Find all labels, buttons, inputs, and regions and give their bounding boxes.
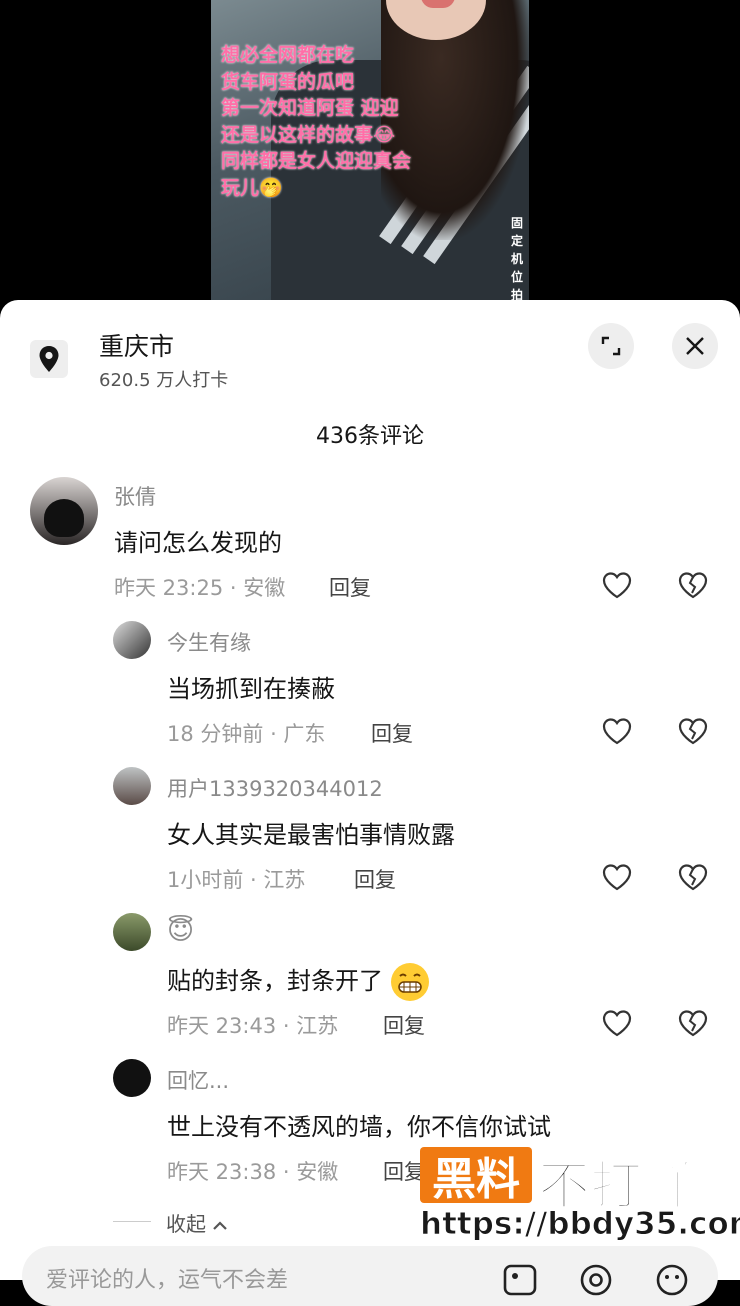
avatar[interactable] xyxy=(30,477,98,545)
collapse-button[interactable]: 收起 xyxy=(166,1208,228,1237)
broken-heart-icon[interactable] xyxy=(676,568,710,602)
comment-text: 请问怎么发现的 xyxy=(114,529,282,557)
caption-line: 第一次知道阿蛋 迎迎 xyxy=(221,97,399,119)
caption-line: 玩儿🤭 xyxy=(221,176,283,199)
avatar[interactable] xyxy=(113,913,151,951)
reply-button[interactable]: 回复 xyxy=(354,864,396,894)
comments-count: 436条评论 xyxy=(316,424,424,449)
broken-heart-icon[interactable] xyxy=(676,860,710,894)
close-button[interactable] xyxy=(672,323,718,369)
at-icon[interactable] xyxy=(578,1262,614,1298)
reply-button[interactable]: 回复 xyxy=(329,572,371,602)
comment-text: 贴的封条，封条开了 xyxy=(167,961,429,1001)
comment-meta: 昨天 23:25 · 安徽 xyxy=(114,576,286,600)
image-icon[interactable] xyxy=(502,1262,538,1298)
reply-button[interactable]: 回复 xyxy=(383,1010,425,1040)
avatar[interactable] xyxy=(113,1059,151,1097)
location-checkins: 620.5 万人打卡 xyxy=(99,370,229,391)
avatar[interactable] xyxy=(113,767,151,805)
comment-input-placeholder[interactable]: 爱评论的人，运气不会差 xyxy=(46,1262,288,1294)
grin-emoji-icon xyxy=(390,963,429,1001)
avatar-mask-shape xyxy=(44,499,84,537)
chevron-up-icon xyxy=(213,1221,228,1230)
collapse-divider xyxy=(113,1221,151,1222)
comment-meta: 昨天 23:38 · 安徽 xyxy=(167,1160,339,1184)
emoji-icon[interactable] xyxy=(654,1262,690,1298)
caption-line: 货车阿蛋的瓜吧 xyxy=(221,70,355,93)
broken-heart-icon[interactable] xyxy=(676,1006,710,1040)
comment-text: 当场抓到在揍蔽 xyxy=(167,675,335,703)
heart-icon[interactable] xyxy=(600,860,634,894)
heart-icon[interactable] xyxy=(600,714,634,748)
video-side-tag: 固定机位拍 xyxy=(510,216,523,302)
caption-line: 想必全网都在吃 xyxy=(221,44,355,66)
watermark-logo: 黑料 xyxy=(420,1147,532,1205)
comment-username[interactable]: 今生有缘 xyxy=(167,627,251,657)
video-player[interactable]: 想必全网都在吃 货车阿蛋的瓜吧 第一次知道阿蛋 迎迎 还是以这样的故事😂 同样都… xyxy=(0,0,740,310)
reply-button[interactable]: 回复 xyxy=(383,1156,425,1186)
heart-icon[interactable] xyxy=(600,1006,634,1040)
comment-meta: 1小时前 · 江苏 xyxy=(167,868,306,892)
video-caption: 想必全网都在吃 货车阿蛋的瓜吧 第一次知道阿蛋 迎迎 还是以这样的故事😂 同样都… xyxy=(221,42,411,201)
comment-meta: 18 分钟前 · 广东 xyxy=(167,722,326,746)
broken-heart-icon[interactable] xyxy=(676,714,710,748)
location-city[interactable]: 重庆市 xyxy=(99,327,174,363)
comment-username[interactable]: 张倩 xyxy=(114,481,156,511)
caption-line: 还是以这样的故事😂 xyxy=(221,123,396,146)
comment-text: 女人其实是最害怕事情败露 xyxy=(167,821,455,849)
avatar[interactable] xyxy=(113,621,151,659)
comment-text: 世上没有不透风的墙，你不信你试试 xyxy=(167,1113,551,1141)
collapse-label: 收起 xyxy=(166,1212,206,1236)
comment-text-body: 贴的封条，封条开了 xyxy=(167,967,383,995)
comment-username[interactable]: 回忆... xyxy=(167,1065,229,1095)
heart-icon[interactable] xyxy=(600,568,634,602)
location-pin-icon xyxy=(30,340,68,378)
caption-line: 同样都是女人迎迎真会 xyxy=(221,150,412,172)
comment-meta: 昨天 23:43 · 江苏 xyxy=(167,1014,339,1038)
watermark-url: https://bbdy35.com xyxy=(419,1206,740,1243)
comment-username[interactable]: 😇 xyxy=(167,916,194,946)
expand-button[interactable] xyxy=(588,323,634,369)
comment-username[interactable]: 用户1339320344012 xyxy=(167,773,383,803)
expand-icon xyxy=(601,336,621,356)
reply-button[interactable]: 回复 xyxy=(371,718,413,748)
watermark-logo-text: 黑料 xyxy=(432,1154,520,1205)
close-icon xyxy=(686,337,704,355)
